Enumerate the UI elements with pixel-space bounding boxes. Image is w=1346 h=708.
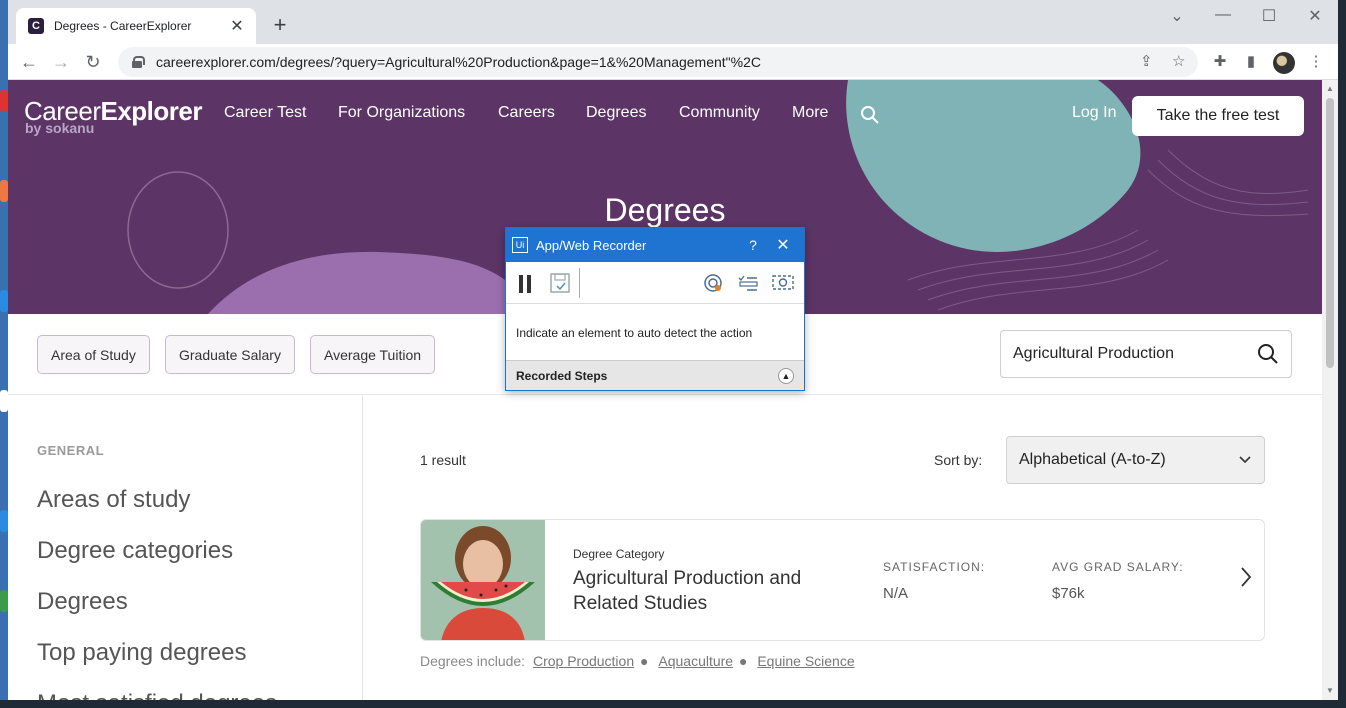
sidebar-item-top-paying[interactable]: Top paying degrees <box>37 639 246 667</box>
login-link[interactable]: Log In <box>1072 104 1116 122</box>
recorder-close-icon[interactable]: ✕ <box>768 235 798 255</box>
close-window-icon[interactable]: ✕ <box>1300 6 1330 26</box>
pause-icon[interactable] <box>518 275 532 293</box>
target-detect-icon[interactable] <box>703 273 723 293</box>
card-title[interactable]: Agricultural Production and Related Stud… <box>573 566 823 616</box>
site-search-icon[interactable] <box>860 105 880 125</box>
recorder-message: Indicate an element to auto detect the a… <box>516 326 753 340</box>
screen-scrape-icon[interactable] <box>772 273 794 293</box>
nav-for-organizations[interactable]: For Organizations <box>338 104 465 122</box>
nav-community[interactable]: Community <box>679 104 760 122</box>
search-icon[interactable] <box>1257 343 1279 365</box>
side-panel-icon[interactable]: ▮ <box>1241 52 1261 70</box>
new-tab-icon[interactable]: + <box>266 12 294 40</box>
profile-avatar[interactable] <box>1273 52 1295 74</box>
salary-label: AVG GRAD SALARY: <box>1052 560 1184 574</box>
include-link-aquaculture[interactable]: Aquaculture <box>658 653 733 669</box>
chevron-up-icon[interactable]: ▲ <box>778 367 794 384</box>
filter-graduate-salary[interactable]: Graduate Salary <box>165 335 295 374</box>
sidebar-heading: GENERAL <box>37 443 105 458</box>
tab-title: Degrees - CareerExplorer <box>54 19 192 33</box>
sort-selected-value: Alphabetical (A-to-Z) <box>1019 451 1166 468</box>
recorder-help-button[interactable]: ? <box>738 237 768 253</box>
taskbar-edge <box>0 700 1346 708</box>
sidebar-item-degree-categories[interactable]: Degree categories <box>37 537 233 565</box>
share-icon[interactable]: ⇪ <box>1140 52 1153 70</box>
take-free-test-button[interactable]: Take the free test <box>1132 96 1304 136</box>
recorder-toolbar <box>506 262 804 304</box>
card-category: Degree Category <box>573 547 665 561</box>
result-count: 1 result <box>420 452 466 468</box>
search-input-value: Agricultural Production <box>1013 345 1174 362</box>
recorder-titlebar: Ui App/Web Recorder ? ✕ <box>506 228 804 262</box>
recorded-steps-label: Recorded Steps <box>516 368 608 383</box>
degrees-include: Degrees include: Crop Production ● Aquac… <box>420 653 855 669</box>
browser-menu-icon[interactable]: ⋮ <box>1306 52 1326 70</box>
scrollbar-thumb[interactable] <box>1326 98 1334 368</box>
tab-search-icon[interactable]: ⌄ <box>1162 6 1192 26</box>
save-icon[interactable] <box>550 273 570 293</box>
lock-icon <box>132 56 145 68</box>
url-text: careerexplorer.com/degrees/?query=Agricu… <box>156 54 761 70</box>
includes-label: Degrees include: <box>420 653 526 669</box>
browser-toolbar: ← → ↻ careerexplorer.com/degrees/?query=… <box>8 44 1338 80</box>
include-link-equine-science[interactable]: Equine Science <box>757 653 854 669</box>
filter-area-of-study[interactable]: Area of Study <box>37 335 150 374</box>
sort-select[interactable]: Alphabetical (A-to-Z) <box>1006 436 1265 484</box>
degree-search-input[interactable]: Agricultural Production <box>1000 330 1292 378</box>
sidebar-item-areas-of-study[interactable]: Areas of study <box>37 486 190 514</box>
satisfaction-label: SATISFACTION: <box>883 560 986 574</box>
maximize-icon[interactable]: ☐ <box>1254 6 1284 26</box>
tab-close-icon[interactable]: ✕ <box>228 16 246 36</box>
sort-label: Sort by: <box>934 452 983 468</box>
nav-careers[interactable]: Careers <box>498 104 555 122</box>
uipath-logo-icon: Ui <box>512 237 528 253</box>
tab-strip: C Degrees - CareerExplorer ✕ + ⌄ — ☐ ✕ <box>8 0 1338 44</box>
recorded-steps-bar[interactable]: Recorded Steps ▲ <box>506 360 804 390</box>
include-link-crop-production[interactable]: Crop Production <box>533 653 634 669</box>
sidebar: GENERAL Areas of study Degree categories… <box>8 395 363 708</box>
page-title: Degrees <box>604 192 726 228</box>
degree-result-card[interactable]: Degree Category Agricultural Production … <box>420 519 1265 641</box>
page-scrollbar[interactable]: ▲ ▼ <box>1322 80 1338 708</box>
back-icon[interactable]: ← <box>16 49 42 75</box>
chevron-right-icon[interactable] <box>1239 566 1253 588</box>
nav-degrees[interactable]: Degrees <box>586 104 646 122</box>
watermelon-photo-icon <box>421 520 545 640</box>
browser-tab[interactable]: C Degrees - CareerExplorer ✕ <box>16 8 256 44</box>
scroll-down-icon[interactable]: ▼ <box>1326 686 1334 695</box>
minimize-icon[interactable]: — <box>1208 6 1238 24</box>
nav-career-test[interactable]: Career Test <box>224 104 306 122</box>
chevron-down-icon <box>1239 456 1251 464</box>
scroll-up-icon[interactable]: ▲ <box>1326 84 1334 93</box>
address-bar[interactable]: careerexplorer.com/degrees/?query=Agricu… <box>118 47 1198 77</box>
reload-icon[interactable]: ↻ <box>80 49 106 75</box>
toolbar-divider <box>579 268 580 298</box>
step-list-icon[interactable] <box>738 274 758 292</box>
nav-more[interactable]: More <box>792 104 828 122</box>
forward-icon[interactable]: → <box>48 49 74 75</box>
extensions-icon[interactable]: ✚ <box>1210 52 1230 70</box>
card-image-watermelon <box>421 520 545 640</box>
browser-window: C Degrees - CareerExplorer ✕ + ⌄ — ☐ ✕ ←… <box>8 0 1338 708</box>
recorder-title: App/Web Recorder <box>536 237 647 253</box>
bullet-separator: ● <box>738 653 748 669</box>
bullet-separator: ● <box>640 653 649 669</box>
site-logo-subtitle: by sokanu <box>25 120 95 136</box>
bookmark-star-icon[interactable]: ☆ <box>1172 52 1185 70</box>
site-favicon-icon: C <box>28 18 44 34</box>
recorder-dialog: Ui App/Web Recorder ? ✕ Indicate an elem… <box>505 227 805 391</box>
satisfaction-value: N/A <box>883 585 909 602</box>
page-viewport: CareerExplorer by sokanu Career Test For… <box>8 80 1322 708</box>
salary-value: $76k <box>1052 585 1085 602</box>
sidebar-item-degrees[interactable]: Degrees <box>37 588 128 616</box>
filter-average-tuition[interactable]: Average Tuition <box>310 335 436 374</box>
desktop-edge <box>0 0 8 708</box>
